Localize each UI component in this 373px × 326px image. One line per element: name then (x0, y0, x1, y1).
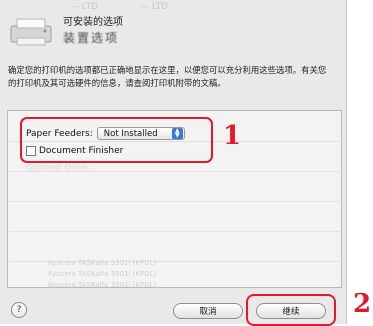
step-1-callout: 1 (223, 121, 242, 151)
options-highlight-box (20, 117, 213, 163)
printer-icon (10, 18, 52, 46)
help-button[interactable]: ? (11, 302, 27, 318)
dialog-subtitle: 装置选项 (63, 31, 120, 45)
optional-drive-row: Optional Drive: (26, 163, 90, 173)
optional-drive-label: Optional Drive: (26, 163, 91, 173)
cancel-button[interactable]: 取消 (173, 303, 243, 319)
dialog-title: 可安装的选项 (63, 17, 123, 28)
panel-divider (9, 231, 340, 232)
continue-highlight-box (246, 294, 336, 326)
panel-divider (9, 201, 340, 202)
ghost-text: — LTD (140, 2, 169, 12)
dialog-description: 确定您的打印机的选项都已正确地显示在这里，以便您可以充分利用这些选项。有关您的打… (8, 65, 327, 88)
ghost-text: — LTD (70, 2, 99, 12)
ghost-printer-list: Kyocera TASKalfa 3501i (KPDL) Kyocera TA… (48, 259, 157, 289)
step-2-callout: 2 (353, 289, 372, 319)
